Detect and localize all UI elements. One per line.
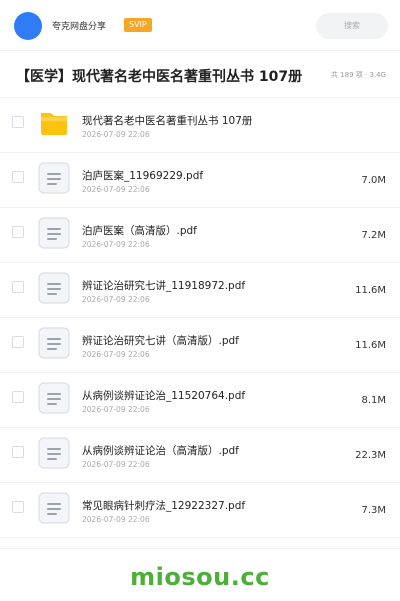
top-bar: 夸克网盘分享 SVIP 搜索 xyxy=(0,0,400,51)
list-item[interactable]: 从病例谈辨证论治（高清版）.pdf 2026-07-09 22:06 22.3M xyxy=(0,428,400,483)
file-name: 泊庐医案_11969229.pdf xyxy=(82,170,204,182)
row-checkbox[interactable] xyxy=(12,171,24,183)
file-list: 现代著名老中医名著重刊丛书 107册 2026-07-09 22:06 泊庐医案… xyxy=(0,98,400,538)
list-item[interactable]: 泊庐医案（高清版）.pdf 2026-07-09 22:06 7.2M xyxy=(0,208,400,263)
row-checkbox[interactable] xyxy=(12,336,24,348)
folder-meta: 共 189 项 · 3.4G xyxy=(330,71,386,79)
file-size: 11.6M xyxy=(355,285,386,296)
list-item[interactable]: 从病例谈辨证论治_11520764.pdf 2026-07-09 22:06 8… xyxy=(0,373,400,428)
file-name: 泊庐医案（高清版）.pdf xyxy=(82,225,197,237)
file-size: 11.6M xyxy=(355,340,386,351)
row-checkbox[interactable] xyxy=(12,391,24,403)
list-item[interactable]: 现代著名老中医名著重刊丛书 107册 2026-07-09 22:06 xyxy=(0,98,400,153)
folder-icon xyxy=(38,107,70,139)
file-name: 常见眼病针刺疗法_12922327.pdf xyxy=(82,500,246,512)
file-date: 2026-07-09 22:06 xyxy=(82,405,150,414)
list-item[interactable]: 辨证论治研究七讲（高清版）.pdf 2026-07-09 22:06 11.6M xyxy=(0,318,400,373)
avatar[interactable] xyxy=(14,12,42,40)
file-name: 辨证论治研究七讲（高清版）.pdf xyxy=(82,335,239,347)
document-icon xyxy=(38,327,70,359)
file-name: 辨证论治研究七讲_11918972.pdf xyxy=(82,280,246,292)
file-name: 从病例谈辨证论治（高清版）.pdf xyxy=(82,445,239,457)
file-name: 从病例谈辨证论治_11520764.pdf xyxy=(82,390,246,402)
file-size: 22.3M xyxy=(355,450,386,461)
file-date: 2026-07-09 22:06 xyxy=(82,515,150,524)
file-size: 7.0M xyxy=(361,175,386,186)
list-item[interactable]: 常见眼病针刺疗法_12922327.pdf 2026-07-09 22:06 7… xyxy=(0,483,400,538)
list-item[interactable]: 泊庐医案_11969229.pdf 2026-07-09 22:06 7.0M xyxy=(0,153,400,208)
row-checkbox[interactable] xyxy=(12,501,24,513)
footer: miosou.cc xyxy=(0,548,400,601)
document-icon xyxy=(38,492,70,524)
file-date: 2026-07-09 22:06 xyxy=(82,130,150,139)
file-size: 7.3M xyxy=(361,505,386,516)
file-date: 2026-07-09 22:06 xyxy=(82,460,150,469)
search-input[interactable]: 搜索 xyxy=(316,13,388,39)
row-checkbox[interactable] xyxy=(12,116,24,128)
row-checkbox[interactable] xyxy=(12,446,24,458)
watermark: miosou.cc xyxy=(130,563,270,591)
file-name: 现代著名老中医名著重刊丛书 107册 xyxy=(82,115,253,127)
file-size: 7.2M xyxy=(361,230,386,241)
row-checkbox[interactable] xyxy=(12,281,24,293)
list-item[interactable]: 辨证论治研究七讲_11918972.pdf 2026-07-09 22:06 1… xyxy=(0,263,400,318)
file-date: 2026-07-09 22:06 xyxy=(82,185,150,194)
document-icon xyxy=(38,162,70,194)
username: 夸克网盘分享 xyxy=(52,22,107,32)
file-date: 2026-07-09 22:06 xyxy=(82,350,150,359)
folder-header: 【医学】现代著名老中医名著重刊丛书 107册 共 189 项 · 3.4G xyxy=(0,51,400,98)
vip-badge: SVIP xyxy=(124,18,152,32)
file-date: 2026-07-09 22:06 xyxy=(82,240,150,249)
document-icon xyxy=(38,217,70,249)
row-checkbox[interactable] xyxy=(12,226,24,238)
file-date: 2026-07-09 22:06 xyxy=(82,295,150,304)
document-icon xyxy=(38,382,70,414)
page-title: 【医学】现代著名老中医名著重刊丛书 107册 xyxy=(16,69,303,85)
document-icon xyxy=(38,437,70,469)
document-icon xyxy=(38,272,70,304)
file-size: 8.1M xyxy=(361,395,386,406)
